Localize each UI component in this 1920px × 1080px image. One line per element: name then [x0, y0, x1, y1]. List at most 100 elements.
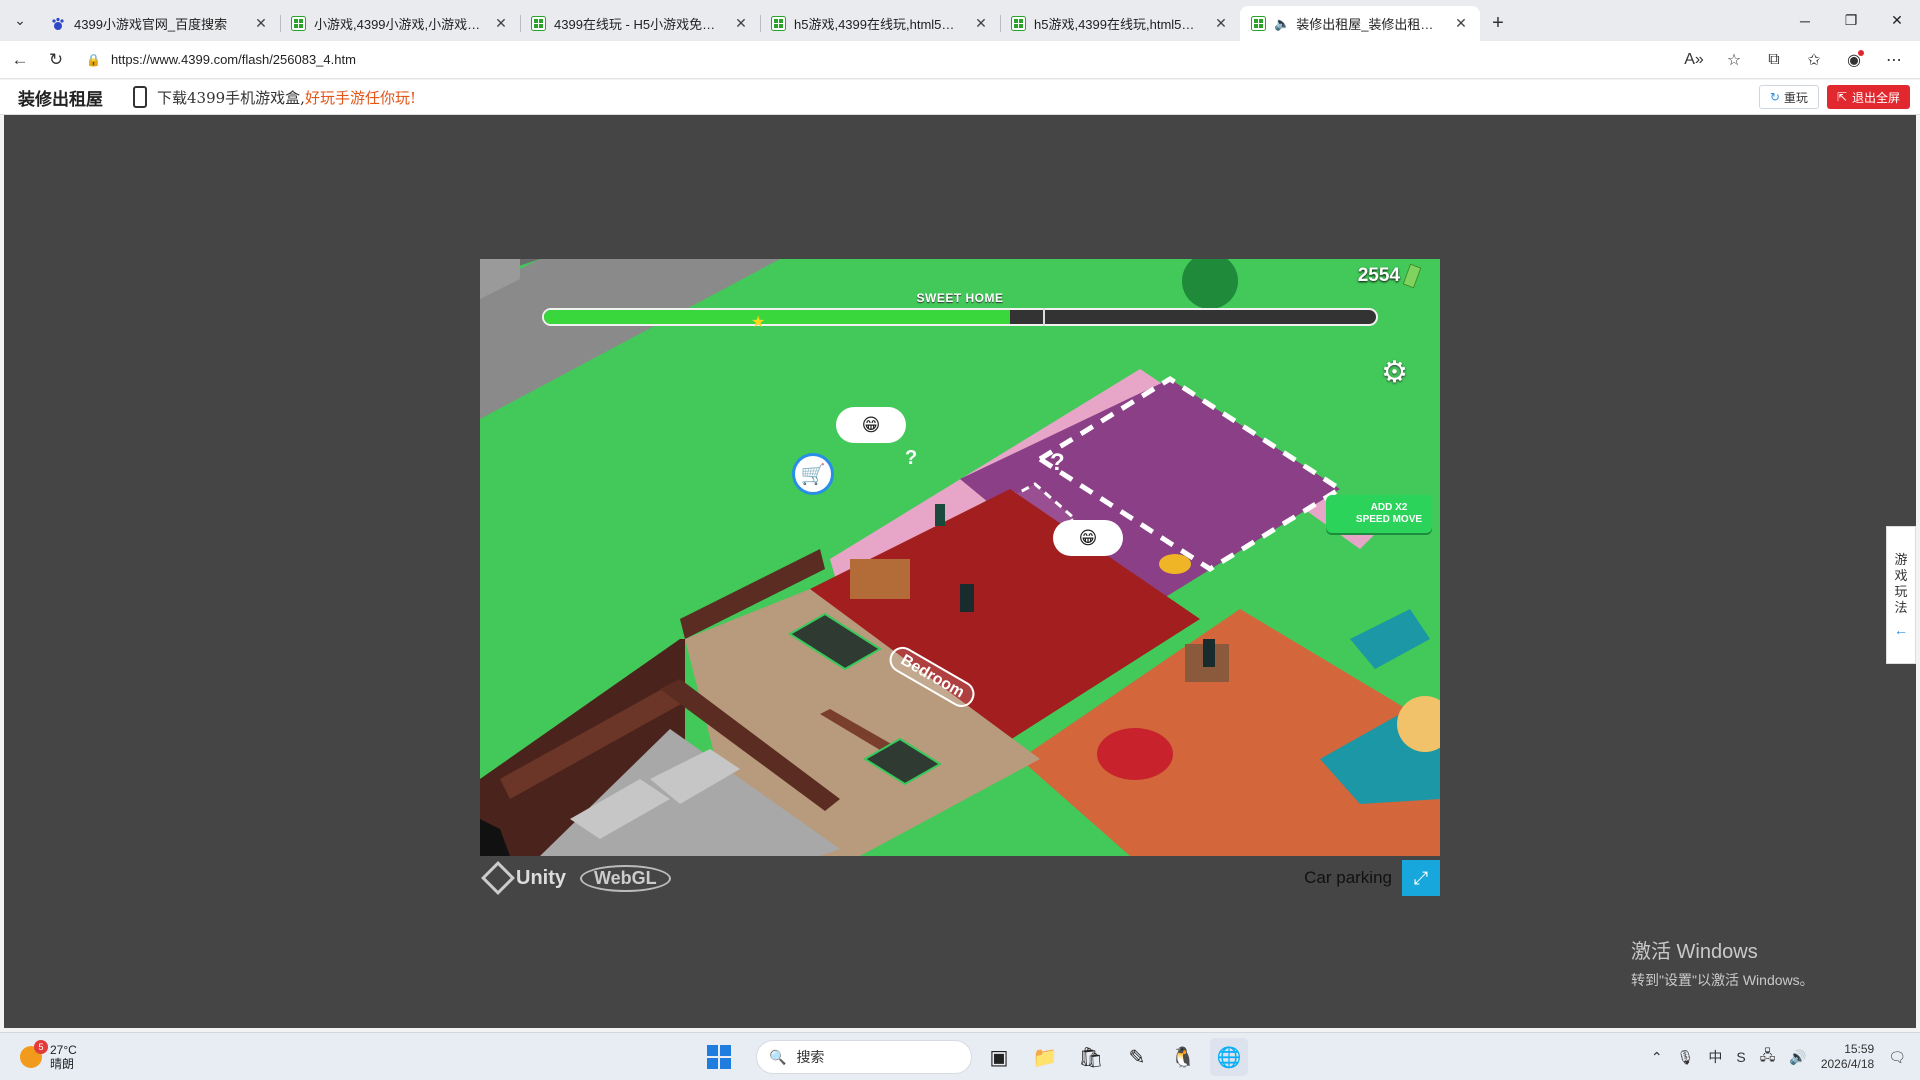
progress-marker — [1043, 308, 1045, 326]
close-icon[interactable]: ✕ — [1212, 15, 1230, 33]
webgl-logo: WebGL — [580, 864, 671, 892]
extensions-icon[interactable]: ⧉ — [1754, 44, 1794, 76]
speaker-icon[interactable]: 🔈 — [1274, 16, 1290, 32]
question-icon[interactable]: ? — [905, 447, 917, 470]
money-value: 2554 — [1357, 265, 1400, 286]
windows-icon — [707, 1045, 731, 1069]
tab-h5-games-2[interactable]: h5游戏,4399在线玩,html5小游戏大 ✕ — [1000, 6, 1240, 41]
plus-icon: + — [1492, 12, 1504, 34]
watermark-subtitle: 转到"设置"以激活 Windows。 — [1631, 972, 1814, 988]
favorites-icon[interactable]: ✩ — [1794, 44, 1834, 76]
minimize-icon[interactable]: ─ — [1782, 0, 1828, 41]
lock-icon[interactable]: 🔒 — [86, 53, 101, 67]
tab-title: h5游戏,4399在线玩,html5小游戏大 — [1034, 17, 1206, 32]
emoji-bubble: 😁 — [1053, 520, 1123, 556]
edge-browser-icon[interactable]: 🌐 — [1210, 1038, 1248, 1076]
how-to-play-tab[interactable]: 游 戏 玩 法 ← — [1886, 526, 1916, 664]
tab-4399-games[interactable]: 小游戏,4399小游戏,小游戏大全,双 ✕ — [280, 6, 520, 41]
speed-boost-label: ADD X2 SPEED MOVE — [1355, 502, 1423, 525]
browser-tab-strip: ⌄ 4399小游戏官网_百度搜索 ✕ 小游戏,4399小游戏,小游戏大全,双 ✕… — [0, 0, 1920, 41]
notification-icon[interactable]: 🗨 — [1888, 1049, 1906, 1066]
close-icon[interactable]: ✕ — [972, 15, 990, 33]
task-view-icon[interactable]: ▣ — [980, 1038, 1018, 1076]
side-tab-char: 游 — [1894, 552, 1908, 567]
tab-title: 4399小游戏官网_百度搜索 — [74, 17, 228, 32]
emoji-bubble: 😁 — [836, 407, 906, 443]
clock[interactable]: 15:59 2026/4/18 — [1821, 1042, 1874, 1072]
progress-bar — [542, 308, 1378, 326]
sun-icon: 5 — [20, 1039, 48, 1068]
tab-h5-games-1[interactable]: h5游戏,4399在线玩,html5小游戏大 ✕ — [760, 6, 1000, 41]
close-icon[interactable]: ✕ — [492, 15, 510, 33]
4399-icon — [1010, 16, 1026, 32]
weather-widget[interactable]: 5 27°C 晴朗 — [20, 1039, 77, 1071]
profile-avatar[interactable]: ◉ — [1834, 44, 1874, 76]
input-method-icon[interactable]: 中 — [1708, 1047, 1722, 1067]
more-icon[interactable]: ⋯ — [1874, 44, 1914, 76]
unity-label: Unity — [516, 866, 566, 889]
promo-link[interactable]: 下载4399手机游戏盒,好玩手游任你玩! — [157, 87, 416, 108]
watermark-title: 激活 Windows — [1631, 941, 1758, 963]
gear-icon[interactable]: ⚙ — [1381, 355, 1408, 390]
file-explorer-icon[interactable]: 📁 — [1026, 1038, 1064, 1076]
progress-fill — [544, 310, 1010, 324]
close-window-icon[interactable]: ✕ — [1874, 0, 1920, 41]
taskbar: 5 27°C 晴朗 🔍 搜索 ▣ 📁 🛍 ✎ 🐧 🌐 ⌃ 🎙 中 S 🖧 🔊 1… — [0, 1032, 1920, 1080]
url-text: https://www.4399.com/flash/256083_4.htm — [110, 52, 356, 67]
promo-highlight: 好玩手游任你玩! — [304, 88, 416, 107]
notification-dot — [1858, 49, 1864, 56]
restart-label: 重玩 — [1783, 90, 1808, 105]
address-bar[interactable]: 🔒 https://www.4399.com/flash/256083_4.ht… — [78, 44, 1638, 75]
star-icon[interactable]: ☆ — [1714, 44, 1754, 76]
close-icon[interactable]: ✕ — [732, 15, 750, 33]
fullscreen-button[interactable]: ⤢ — [1402, 860, 1440, 896]
chevron-up-icon[interactable]: ⌃ — [1651, 1049, 1663, 1066]
star-icon: ★ — [751, 314, 766, 331]
close-icon[interactable]: ✕ — [1452, 15, 1470, 33]
start-button[interactable] — [700, 1038, 738, 1076]
tab-baidu-search[interactable]: 4399小游戏官网_百度搜索 ✕ — [40, 6, 280, 41]
restore-icon[interactable]: ❐ — [1828, 0, 1874, 41]
tab-title: 装修出租屋_装修出租屋html5 — [1296, 17, 1446, 32]
promo-text: 下载4399手机游戏盒, — [157, 88, 305, 107]
refresh-icon: ↻ — [1769, 90, 1780, 104]
phone-icon — [133, 86, 147, 108]
expand-icon: ⤢ — [1413, 867, 1429, 888]
read-aloud-icon[interactable]: A» — [1674, 44, 1714, 76]
back-icon[interactable]: ← — [2, 44, 38, 76]
4399-icon — [530, 16, 546, 32]
speed-boost-button[interactable]: ADD X2 SPEED MOVE — [1326, 495, 1432, 533]
window-controls: ─ ❐ ✕ — [1782, 0, 1920, 41]
exit-fullscreen-button[interactable]: ⇱ 退出全屏 — [1826, 85, 1910, 109]
qq-browser-icon[interactable]: 🐧 — [1164, 1038, 1202, 1076]
antivirus-icon[interactable]: S — [1736, 1049, 1745, 1065]
activate-windows-watermark: 激活 Windows 转到"设置"以激活 Windows。 — [1631, 935, 1814, 990]
tab-title: 小游戏,4399小游戏,小游戏大全,双 — [314, 17, 486, 32]
page-header: 装修出租屋 下载4399手机游戏盒,好玩手游任你玩! ↻ 重玩 ⇱ 退出全屏 — [0, 80, 1920, 115]
whiteboard-icon[interactable]: ✎ — [1118, 1038, 1156, 1076]
store-icon[interactable]: 🛍 — [1072, 1038, 1110, 1076]
smile-icon: 😁 — [1078, 527, 1098, 548]
question-icon[interactable]: ? — [1050, 449, 1065, 477]
restart-button[interactable]: ↻ 重玩 — [1758, 85, 1819, 109]
new-tab-button[interactable]: + — [1480, 6, 1516, 41]
tab-renovate-rental[interactable]: 🔈 装修出租屋_装修出租屋html5 ✕ — [1240, 6, 1480, 41]
clock-date: 2026/4/18 — [1820, 1057, 1875, 1071]
unity-logo: Unity — [481, 861, 566, 895]
network-icon[interactable]: 🖧 — [1760, 1045, 1776, 1069]
chevron-down-icon: ⌄ — [14, 12, 26, 28]
tab-list-button[interactable]: ⌄ — [0, 0, 40, 41]
volume-icon[interactable]: 🔊 — [1789, 1049, 1806, 1066]
cart-icon[interactable]: 🛒 — [792, 453, 834, 495]
close-icon[interactable]: ✕ — [252, 15, 270, 33]
microphone-icon[interactable]: 🎙 — [1677, 1049, 1695, 1066]
tab-title: h5游戏,4399在线玩,html5小游戏大 — [794, 17, 966, 32]
4399-icon — [770, 16, 786, 32]
game-canvas[interactable]: 2554 SWEET HOME ★ ⚙ ADD X2 SPEED MOVE 😁 … — [480, 259, 1440, 856]
exit-icon: ⇱ — [1836, 90, 1847, 104]
refresh-icon[interactable]: ↻ — [38, 44, 74, 76]
taskbar-search[interactable]: 🔍 搜索 — [756, 1040, 972, 1074]
tab-4399-h5-online[interactable]: 4399在线玩 - H5小游戏免费畅玩 | ✕ — [520, 6, 760, 41]
4399-icon — [290, 16, 306, 32]
exit-fullscreen-label: 退出全屏 — [1851, 90, 1900, 105]
